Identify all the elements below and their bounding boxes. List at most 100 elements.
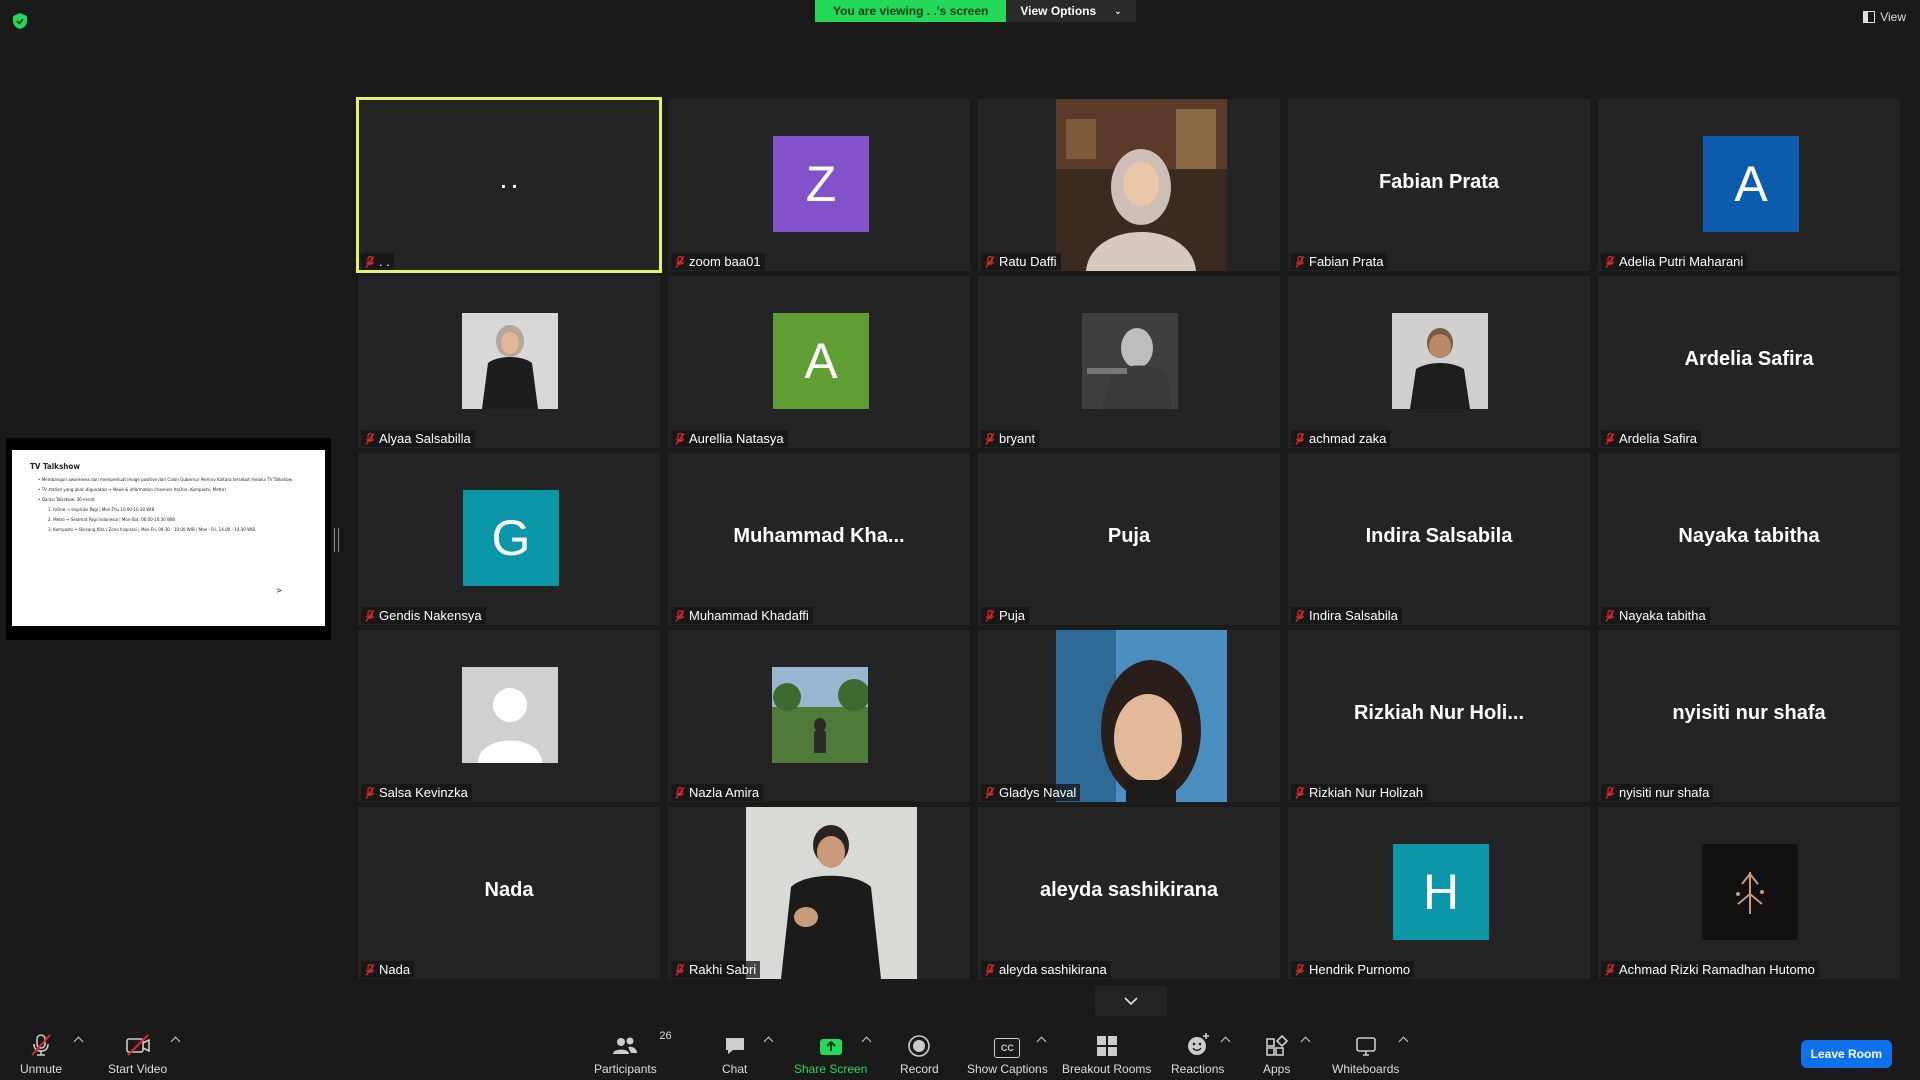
avatar <box>772 667 870 763</box>
microphone-muted-icon <box>365 964 375 976</box>
show-captions-button[interactable]: CC Show Captions <box>967 1032 1048 1076</box>
microphone-muted-icon <box>365 787 375 799</box>
avatar: A <box>773 313 869 409</box>
start-video-button[interactable]: Start Video <box>108 1032 167 1076</box>
avatar: A <box>1703 136 1799 232</box>
share-screen-label: Share Screen <box>794 1062 868 1076</box>
microphone-muted-icon <box>1295 433 1305 445</box>
participant-tile[interactable]: Ratu Daffi <box>978 99 1280 271</box>
participant-tile[interactable]: nyisiti nur shafa nyisiti nur shafa <box>1598 630 1900 802</box>
avatar: G <box>463 490 559 586</box>
breakout-rooms-label: Breakout Rooms <box>1062 1062 1152 1076</box>
participant-tile[interactable]: Muhammad Kha... Muhammad Khadaffi <box>668 453 970 625</box>
participant-tile[interactable]: Fabian Prata Fabian Prata <box>1288 99 1590 271</box>
participant-tile[interactable]: Indira Salsabila Indira Salsabila <box>1288 453 1590 625</box>
apps-options-caret[interactable] <box>1300 1036 1311 1047</box>
apps-button[interactable]: Apps <box>1263 1032 1290 1076</box>
share-banner: You are viewing . .'s screen View Option… <box>815 0 1136 22</box>
microphone-muted-icon <box>985 433 995 445</box>
microphone-muted-icon <box>1295 787 1305 799</box>
microphone-muted-icon <box>1295 964 1305 976</box>
avatar: H <box>1393 844 1489 940</box>
audio-options-caret[interactable] <box>73 1036 84 1047</box>
participant-display-name: . . <box>500 171 518 193</box>
share-screen-button[interactable]: Share Screen <box>794 1032 867 1076</box>
view-options-label: View Options <box>1020 4 1097 18</box>
participants-icon <box>613 1037 638 1054</box>
participant-tile[interactable]: Achmad Rizki Ramadhan Hutomo <box>1598 807 1900 979</box>
avatar <box>1082 313 1178 409</box>
microphone-muted-icon <box>1295 610 1305 622</box>
leave-room-button[interactable]: Leave Room <box>1800 1040 1892 1068</box>
participant-name-label: Nayaka tabitha <box>1601 607 1710 624</box>
view-layout-button[interactable]: View <box>1863 10 1906 24</box>
participant-tile[interactable]: Ardelia Safira Ardelia Safira <box>1598 276 1900 448</box>
participant-name-label: Nada <box>361 961 415 978</box>
participant-display-name: Muhammad Kha... <box>733 525 905 547</box>
reactions-button[interactable]: Reactions <box>1171 1032 1224 1076</box>
participant-display-name: Indira Salsabila <box>1365 525 1513 547</box>
shared-screen-thumbnail[interactable]: TV Talkshow • Membangun awareness dan me… <box>6 438 331 640</box>
meeting-toolbar: Unmute Start Video 26 Participants Chat … <box>0 1020 1920 1080</box>
split-resize-handle[interactable] <box>334 528 339 552</box>
participant-name-label: Hendrik Purnomo <box>1291 961 1415 978</box>
participants-button[interactable]: 26 Participants <box>594 1030 672 1076</box>
participant-tile[interactable]: Nazla Amira <box>668 630 970 802</box>
participant-tile[interactable]: Salsa Kevinzka <box>358 630 660 802</box>
view-options-button[interactable]: View Options ⌄ <box>1006 0 1136 22</box>
participant-name-label: nyisiti nur shafa <box>1601 784 1714 801</box>
participant-tile[interactable]: A Adelia Putri Maharani <box>1598 99 1900 271</box>
gallery-next-page-button[interactable] <box>1095 986 1167 1016</box>
slide-bullet: • TV station yang akan digunakan → News … <box>38 488 226 493</box>
participant-name-label: . . <box>361 253 394 270</box>
participant-tile[interactable]: achmad zaka <box>1288 276 1590 448</box>
participant-tile[interactable]: Zzoom baa01 <box>668 99 970 271</box>
participant-tile[interactable]: . . . . <box>356 97 662 273</box>
participant-tile[interactable]: Alyaa Salsabilla <box>358 276 660 448</box>
participant-tile[interactable]: A Aurellia Natasya <box>668 276 970 448</box>
participant-tile[interactable]: G Gendis Nakensya <box>358 453 660 625</box>
chat-button[interactable]: Chat <box>722 1032 747 1076</box>
captions-cc-icon: CC <box>994 1038 1021 1058</box>
participant-name-label: Gladys Naval <box>981 784 1081 801</box>
participant-tile[interactable]: Nayaka tabitha Nayaka tabitha <box>1598 453 1900 625</box>
participant-tile[interactable]: Rizkiah Nur Holi... Rizkiah Nur Holizah <box>1288 630 1590 802</box>
microphone-muted-icon <box>1605 610 1615 622</box>
presentation-slide: TV Talkshow • Membangun awareness dan me… <box>12 450 325 626</box>
participant-display-name: Fabian Prata <box>1378 171 1500 193</box>
participant-display-name: aleyda sashikirana <box>1040 879 1218 901</box>
participant-display-name: Nayaka tabitha <box>1678 525 1820 547</box>
microphone-muted-icon <box>675 787 685 799</box>
participant-tile[interactable]: Puja Puja <box>978 453 1280 625</box>
participant-name-label: Fabian Prata <box>1291 253 1388 270</box>
participant-display-name: nyisiti nur shafa <box>1672 702 1826 724</box>
microphone-muted-icon <box>1605 787 1615 799</box>
participant-video <box>746 807 917 979</box>
participant-tile[interactable]: Nada Nada <box>358 807 660 979</box>
participant-name-label: Ardelia Safira <box>1601 430 1702 447</box>
slide-sub-item: 2. Metro → Selamat Pagi Indonesia | Mon-… <box>48 518 176 523</box>
breakout-rooms-button[interactable]: Breakout Rooms <box>1062 1032 1151 1076</box>
microphone-muted-icon <box>365 610 375 622</box>
participant-tile[interactable]: H Hendrik Purnomo <box>1288 807 1590 979</box>
participant-name-label: Nazla Amira <box>671 784 764 801</box>
participant-tile[interactable]: Rakhi Sabri <box>668 807 970 979</box>
avatar <box>462 313 558 409</box>
chat-options-caret[interactable] <box>763 1036 774 1047</box>
security-shield-icon[interactable] <box>12 12 28 30</box>
microphone-muted-icon <box>985 964 995 976</box>
whiteboards-button[interactable]: Whiteboards <box>1332 1032 1399 1076</box>
participant-name-label: Ratu Daffi <box>981 253 1061 270</box>
participant-display-name: Ardelia Safira <box>1684 348 1814 370</box>
video-options-caret[interactable] <box>170 1036 181 1047</box>
microphone-muted-icon <box>365 256 375 268</box>
whiteboards-options-caret[interactable] <box>1398 1036 1409 1047</box>
participant-tile[interactable]: bryant <box>978 276 1280 448</box>
slide-bullet: • Durasi Talkshow: 30 menit <box>38 498 95 503</box>
unmute-button[interactable]: Unmute <box>20 1032 62 1076</box>
participant-name-label: Adelia Putri Maharani <box>1601 253 1748 270</box>
participant-tile[interactable]: Gladys Naval <box>978 630 1280 802</box>
participant-name-label: Achmad Rizki Ramadhan Hutomo <box>1601 961 1819 978</box>
participant-tile[interactable]: aleyda sashikirana aleyda sashikirana <box>978 807 1280 979</box>
record-button[interactable]: Record <box>900 1032 939 1076</box>
